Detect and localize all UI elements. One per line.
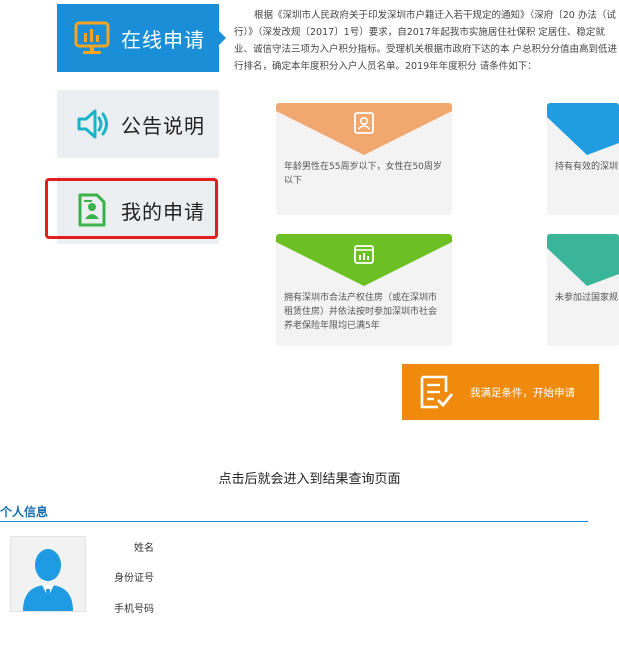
user-icon <box>23 549 73 611</box>
section-divider <box>0 521 588 522</box>
nav-notice-label: 公告说明 <box>121 113 205 138</box>
speaker-icon <box>73 105 111 143</box>
start-button-label: 我满足条件，开始申请 <box>470 386 575 399</box>
card-text: 未参加过国家规 <box>555 293 619 303</box>
id-card-icon <box>354 112 374 134</box>
name-field-label: 姓名 <box>134 543 154 554</box>
nav-item-notice[interactable]: 公告说明 <box>57 90 219 158</box>
condition-card-certificate: 未参加过国家规 <box>547 234 619 346</box>
nav-online-label: 在线申请 <box>121 27 205 52</box>
personal-info-title: 个人信息 <box>0 505 49 519</box>
phone-field-label: 手机号码 <box>114 604 154 615</box>
house-chart-icon <box>354 245 374 264</box>
start-application-button[interactable]: 我满足条件，开始申请 <box>402 364 599 420</box>
avatar <box>10 536 86 612</box>
highlight-box <box>45 178 218 239</box>
condition-card-residence: 持有有效的深圳 <box>547 103 619 215</box>
intro-paragraph: 根据《深圳市人民政府关于印发深圳市户籍迁入若干规定的通知》（深府〔20 办法（试… <box>234 10 618 72</box>
card-banner <box>547 234 619 286</box>
checklist-icon <box>420 375 454 409</box>
id-number-field-label: 身份证号 <box>114 573 154 584</box>
condition-card-age: 年龄男性在55周岁以下，女性在50周岁以下 <box>276 103 452 215</box>
card-banner <box>547 103 619 155</box>
caption: 点击后就会进入到结果查询页面 <box>218 472 401 487</box>
card-text: 持有有效的深圳 <box>555 162 619 172</box>
card-text: 拥有深圳市合法产权住房（或在深圳市租赁住房）并依法按时参加深圳市社会养老保险年限… <box>284 293 438 331</box>
condition-card-housing: 拥有深圳市合法产权住房（或在深圳市租赁住房）并依法按时参加深圳市社会养老保险年限… <box>276 234 452 346</box>
nav-item-online-apply[interactable]: 在线申请 <box>57 4 226 72</box>
monitor-chart-icon <box>73 19 111 57</box>
card-text: 年龄男性在55周岁以下，女性在50周岁以下 <box>284 162 442 186</box>
